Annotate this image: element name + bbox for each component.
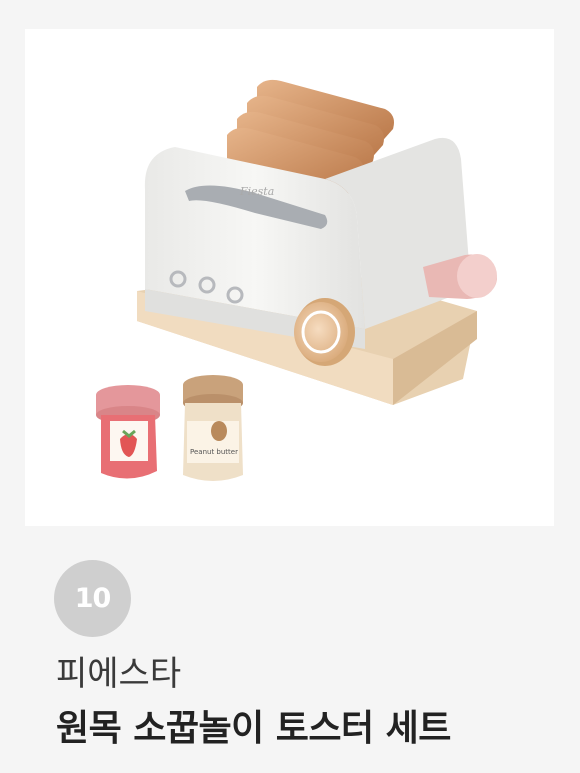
strawberry-jar — [96, 385, 160, 479]
product-title[interactable]: 원목 소꿉놀이 토스터 세트 — [56, 704, 556, 754]
product-image[interactable]: Fiesta Peanut butter — [25, 29, 554, 526]
toaster-set-illustration: Fiesta Peanut butter — [96, 79, 497, 481]
peanut-butter-jar: Peanut butter — [183, 375, 243, 481]
product-card[interactable]: Fiesta Peanut butter 10 피에스타 원목 소꿉놀이 토스터… — [0, 0, 580, 773]
toaster-logo-text: Fiesta — [239, 185, 274, 198]
brand-name: 피에스타 — [56, 654, 182, 694]
rank-badge: 10 — [54, 560, 131, 637]
peanut-butter-label: Peanut butter — [190, 448, 238, 456]
